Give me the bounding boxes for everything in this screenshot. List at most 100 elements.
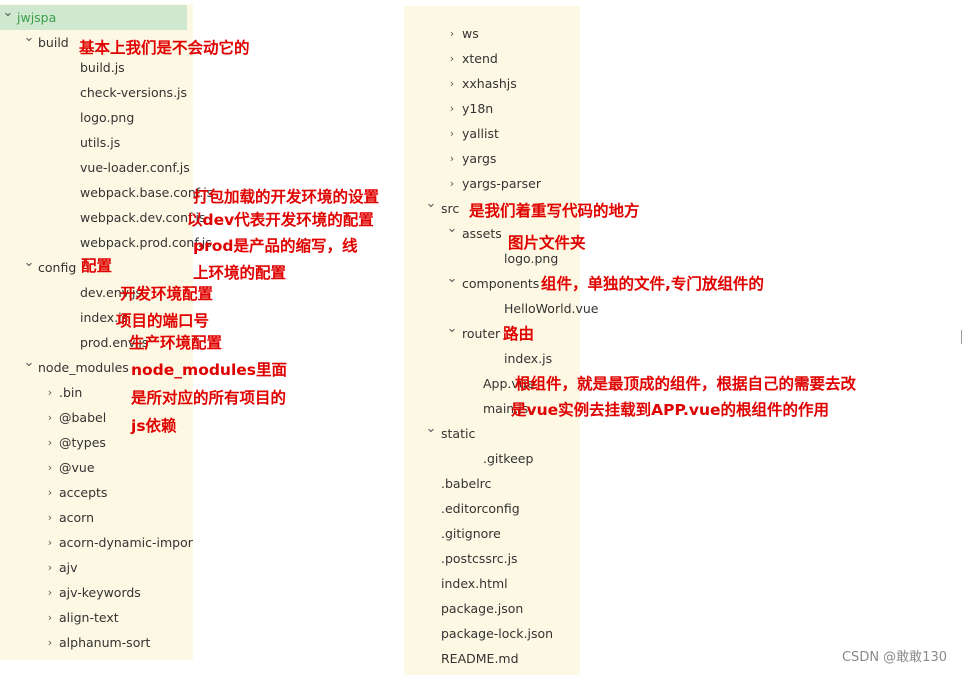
- annotation-webpack-dev: 以dev代表开发环境的配置: [187, 211, 374, 229]
- tree-item-label: package-lock.json: [441, 626, 554, 641]
- tree-item-yargs-parser[interactable]: › yargs-parser: [404, 171, 580, 196]
- tree-item-label: yallist: [462, 126, 499, 141]
- tree-item-vue-loader-conf-js[interactable]: vue-loader.conf.js: [0, 155, 190, 180]
- tree-item-helloworld-vue[interactable]: HelloWorld.vue: [404, 296, 599, 321]
- tree-item-label: vue-loader.conf.js: [80, 160, 190, 175]
- tree-item-label: package.json: [441, 601, 524, 616]
- chevron-right-icon[interactable]: ›: [446, 121, 458, 146]
- tree-item-acorn-dynamic-impor[interactable]: › acorn-dynamic-impor: [0, 530, 193, 555]
- chevron-right-icon[interactable]: ›: [44, 430, 56, 455]
- tree-item-logo-png[interactable]: logo.png: [0, 105, 187, 130]
- tree-item-check-versions-js[interactable]: check-versions.js: [0, 80, 187, 105]
- tree-item-label: y18n: [462, 101, 494, 116]
- chevron-down-icon[interactable]: ⌄: [2, 5, 14, 30]
- chevron-down-icon[interactable]: ⌄: [23, 255, 35, 280]
- tree-item-label: alphanum-sort: [59, 635, 151, 650]
- chevron-right-icon[interactable]: ›: [44, 605, 56, 630]
- tree-item-editorconfig[interactable]: .editorconfig: [404, 496, 580, 521]
- tree-item-label: src: [441, 201, 460, 216]
- tree-item-ajv[interactable]: › ajv: [0, 555, 187, 580]
- chevron-right-icon[interactable]: ›: [446, 46, 458, 71]
- chevron-down-icon[interactable]: ⌄: [446, 271, 458, 296]
- tree-item-gitignore[interactable]: .gitignore: [404, 521, 580, 546]
- tree-item-ws[interactable]: › ws: [404, 21, 580, 46]
- tree-item-webpack-base-conf-js[interactable]: webpack.base.conf.js: [0, 180, 213, 205]
- tree-item-webpack-prod-conf-js[interactable]: webpack.prod.conf.js: [0, 230, 212, 255]
- tree-item-ajv-keywords[interactable]: › ajv-keywords: [0, 580, 187, 605]
- annotation-node-modules-line3: js依赖: [131, 417, 177, 435]
- chevron-right-icon[interactable]: ›: [446, 21, 458, 46]
- chevron-right-icon[interactable]: ›: [44, 580, 56, 605]
- tree-item-label: acorn-dynamic-impor: [59, 535, 193, 550]
- tree-item-label: xtend: [462, 51, 498, 66]
- tree-item-xtend[interactable]: › xtend: [404, 46, 580, 71]
- tree-item-label: node_modules: [38, 360, 129, 375]
- tree-item-index-html[interactable]: index.html: [404, 571, 580, 596]
- tree-item-label: ajv-keywords: [59, 585, 141, 600]
- tree-item-package-json[interactable]: package.json: [404, 596, 580, 621]
- annotation-webpack-base: 打包加载的开发环境的设置: [193, 188, 380, 206]
- tree-item-yallist[interactable]: › yallist: [404, 121, 580, 146]
- annotation-node-modules-line2: 是所对应的所有项目的: [131, 389, 287, 407]
- chevron-down-icon[interactable]: ⌄: [446, 221, 458, 246]
- tree-item-label: utils.js: [80, 135, 121, 150]
- chevron-right-icon[interactable]: ›: [446, 71, 458, 96]
- chevron-right-icon[interactable]: ›: [446, 96, 458, 121]
- tree-item-index-js[interactable]: index.js: [404, 346, 580, 371]
- tree-item-label: assets: [462, 226, 502, 241]
- chevron-right-icon[interactable]: ›: [446, 146, 458, 171]
- tree-item-label: .babelrc: [441, 476, 492, 491]
- tree-item-label: yargs-parser: [462, 176, 542, 191]
- tree-item-accepts[interactable]: › accepts: [0, 480, 187, 505]
- tree-item-vue[interactable]: › @vue: [0, 455, 187, 480]
- tree-item-label: .bin: [59, 385, 83, 400]
- chevron-right-icon[interactable]: ›: [44, 630, 56, 655]
- tree-item-webpack-dev-conf-js[interactable]: webpack.dev.conf.js: [0, 205, 205, 230]
- tree-item-package-lock-json[interactable]: package-lock.json: [404, 621, 580, 646]
- tree-item-y18n[interactable]: › y18n: [404, 96, 580, 121]
- chevron-right-icon[interactable]: ›: [44, 380, 56, 405]
- tree-item-label: index.js: [504, 351, 553, 366]
- tree-item-label: xxhashjs: [462, 76, 517, 91]
- chevron-right-icon[interactable]: ›: [44, 405, 56, 430]
- tree-item-align-text[interactable]: › align-text: [0, 605, 187, 630]
- chevron-right-icon[interactable]: ›: [44, 530, 56, 555]
- chevron-down-icon[interactable]: ⌄: [23, 355, 35, 380]
- tree-item-alphanum-sort[interactable]: › alphanum-sort: [0, 630, 187, 655]
- annotation-assets: 图片文件夹: [508, 234, 586, 252]
- tree-item-gitkeep[interactable]: .gitkeep: [404, 446, 580, 471]
- tree-item-label: align-text: [59, 610, 119, 625]
- tree-item-acorn[interactable]: › acorn: [0, 505, 187, 530]
- tree-item-readme-md[interactable]: README.md: [404, 646, 580, 671]
- annotation-build: 基本上我们是不会动它的: [79, 39, 250, 57]
- tree-item-postcssrc-js[interactable]: .postcssrc.js: [404, 546, 580, 571]
- tree-item-utils-js[interactable]: utils.js: [0, 130, 187, 155]
- window-edge-marker: [958, 330, 962, 344]
- tree-item-xxhashjs[interactable]: › xxhashjs: [404, 71, 580, 96]
- tree-item-label: README.md: [441, 651, 519, 666]
- chevron-right-icon[interactable]: ›: [44, 505, 56, 530]
- chevron-right-icon[interactable]: ›: [44, 555, 56, 580]
- tree-item-label: yargs: [462, 151, 497, 166]
- tree-item-jwjspa[interactable]: ⌄ jwjspa: [0, 5, 187, 30]
- chevron-down-icon[interactable]: ⌄: [425, 196, 437, 221]
- chevron-right-icon[interactable]: ›: [446, 171, 458, 196]
- chevron-right-icon[interactable]: ›: [44, 455, 56, 480]
- chevron-right-icon[interactable]: ›: [44, 480, 56, 505]
- annotation-config: 配置: [81, 257, 113, 275]
- tree-item-label: accepts: [59, 485, 108, 500]
- chevron-down-icon[interactable]: ⌄: [23, 30, 35, 55]
- chevron-down-icon[interactable]: ⌄: [425, 421, 437, 446]
- tree-item-label: ajv: [59, 560, 78, 575]
- tree-item-static[interactable]: ⌄ static: [404, 421, 580, 446]
- chevron-down-icon[interactable]: ⌄: [446, 321, 458, 346]
- tree-item-label: .gitkeep: [483, 451, 534, 466]
- tree-item-label: index.html: [441, 576, 508, 591]
- annotation-app-vue: 根组件，就是最顶成的组件，根据自己的需要去改: [515, 375, 857, 393]
- tree-item-babelrc[interactable]: .babelrc: [404, 471, 580, 496]
- tree-item-router[interactable]: ⌄ router: [404, 321, 580, 346]
- annotation-dev-env: 开发环境配置: [120, 285, 214, 303]
- annotation-webpack-prod-line1: prod是产品的缩写，线: [193, 237, 358, 255]
- tree-item-yargs[interactable]: › yargs: [404, 146, 580, 171]
- tree-item-label: .gitignore: [441, 526, 501, 541]
